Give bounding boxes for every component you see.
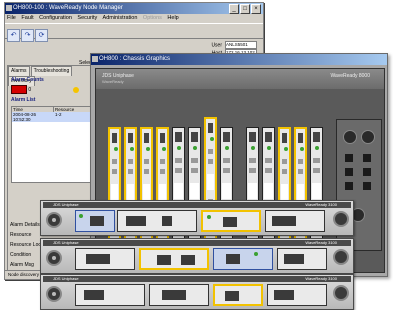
app-icon <box>6 5 12 11</box>
menu-options[interactable]: Options <box>143 15 162 21</box>
fan-icon <box>46 250 62 266</box>
chassis-id: WaveReady 8000 <box>330 73 370 79</box>
vendor-logo: JDS Uniphase WaveReady <box>102 73 134 84</box>
port-block[interactable] <box>345 182 353 190</box>
module[interactable] <box>75 248 135 270</box>
graphics-titlebar[interactable]: OH800 : Chassis Graphics <box>91 54 387 65</box>
cell-time: 2004-08-26 10:52:30 <box>13 112 37 122</box>
module[interactable] <box>149 284 209 306</box>
shelf-1-vendor: JDS Uniphase <box>53 202 79 207</box>
tab-troubleshooting[interactable]: Troubleshooting <box>30 66 73 76</box>
shelf-3[interactable]: JDS Uniphase WaveReady 3100 <box>40 274 354 310</box>
menu-help[interactable]: Help <box>167 15 178 21</box>
table-empty-area <box>12 122 96 182</box>
fan-icon <box>46 212 62 228</box>
shelf-2-id: WaveReady 3100 <box>305 240 337 245</box>
module-selected[interactable] <box>139 248 209 270</box>
critical-alarm-indicator[interactable] <box>11 85 27 94</box>
alarm-count-value: 0 <box>28 86 32 93</box>
module-selected[interactable] <box>201 210 261 232</box>
pane-tabs: Alarms TroubleshootingInventory <box>8 66 98 86</box>
node-manager-titlebar[interactable]: OH800-100 : WaveReady Node Manager _ □ × <box>5 3 263 14</box>
module[interactable] <box>277 248 327 270</box>
table-row[interactable]: 2004-08-26 10:52:30 1-2 <box>12 112 96 122</box>
menu-fault[interactable]: Fault <box>21 15 33 21</box>
shelf-3-bar: JDS Uniphase WaveReady 3100 <box>43 276 351 282</box>
menu-bar: File Fault Configuration Security Admini… <box>5 14 263 23</box>
alarm-list-title: Alarm List <box>11 97 36 103</box>
shelf-3-id: WaveReady 3100 <box>305 276 337 281</box>
module[interactable] <box>117 210 197 232</box>
port-block[interactable] <box>363 154 371 162</box>
port-block[interactable] <box>363 168 371 176</box>
vendor-sub: WaveReady <box>102 79 124 84</box>
close-button[interactable]: × <box>251 4 261 14</box>
module[interactable] <box>213 248 273 270</box>
minimize-button[interactable]: _ <box>229 4 239 14</box>
shelf-2-bar: JDS Uniphase WaveReady 3100 <box>43 240 351 246</box>
module[interactable] <box>265 210 325 232</box>
alarm-table: Time Resource 2004-08-26 10:52:30 1-2 <box>11 106 97 183</box>
module-selected[interactable] <box>213 284 263 306</box>
menu-file[interactable]: File <box>7 15 16 21</box>
graphics-title: OH800 : Chassis Graphics <box>99 56 171 62</box>
fan-icon <box>333 211 349 227</box>
refresh-icon[interactable]: ⟳ <box>35 29 48 42</box>
user-label: User <box>211 42 222 49</box>
shelf-1[interactable]: JDS Uniphase WaveReady 3100 <box>40 200 354 236</box>
shelf-3-vendor: JDS Uniphase <box>53 276 79 281</box>
fan-icon <box>333 285 349 301</box>
port-block[interactable] <box>363 182 371 190</box>
round-port[interactable] <box>361 130 375 144</box>
user-info: User ANLS5501 <box>211 41 257 49</box>
fan-icon <box>46 286 62 302</box>
shelf-1-bar: JDS Uniphase WaveReady 3100 <box>43 202 351 208</box>
maximize-button[interactable]: □ <box>240 4 250 14</box>
node-manager-title: OH800-100 : WaveReady Node Manager <box>13 5 123 11</box>
shelf-2-vendor: JDS Uniphase <box>53 240 79 245</box>
port-block[interactable] <box>345 154 353 162</box>
port-block[interactable] <box>345 168 353 176</box>
back-icon[interactable]: ↶ <box>7 29 20 42</box>
tab-alarms[interactable]: Alarms <box>8 66 30 76</box>
chassis-header: JDS Uniphase WaveReady WaveReady 8000 <box>96 69 384 89</box>
shelf-1-id: WaveReady 3100 <box>305 202 337 207</box>
forward-icon[interactable]: ↷ <box>21 29 34 42</box>
graphics-app-icon <box>92 56 98 62</box>
module[interactable] <box>75 210 115 232</box>
menu-administration[interactable]: Administration <box>103 15 138 21</box>
round-port[interactable] <box>343 130 357 144</box>
alarm-counts-title: Alarm Counts <box>11 77 44 83</box>
user-value: ANLS5501 <box>225 41 257 49</box>
toolbar: ↶ ↷ ⟳ <box>5 23 263 42</box>
minor-alarm-dot <box>72 86 79 93</box>
module[interactable] <box>267 284 327 306</box>
module[interactable] <box>75 284 145 306</box>
fan-icon <box>333 249 349 265</box>
shelf-2[interactable]: JDS Uniphase WaveReady 3100 <box>40 238 354 274</box>
menu-configuration[interactable]: Configuration <box>39 15 72 21</box>
menu-security[interactable]: Security <box>77 15 97 21</box>
alarm-count-row: 0 <box>8 84 98 95</box>
